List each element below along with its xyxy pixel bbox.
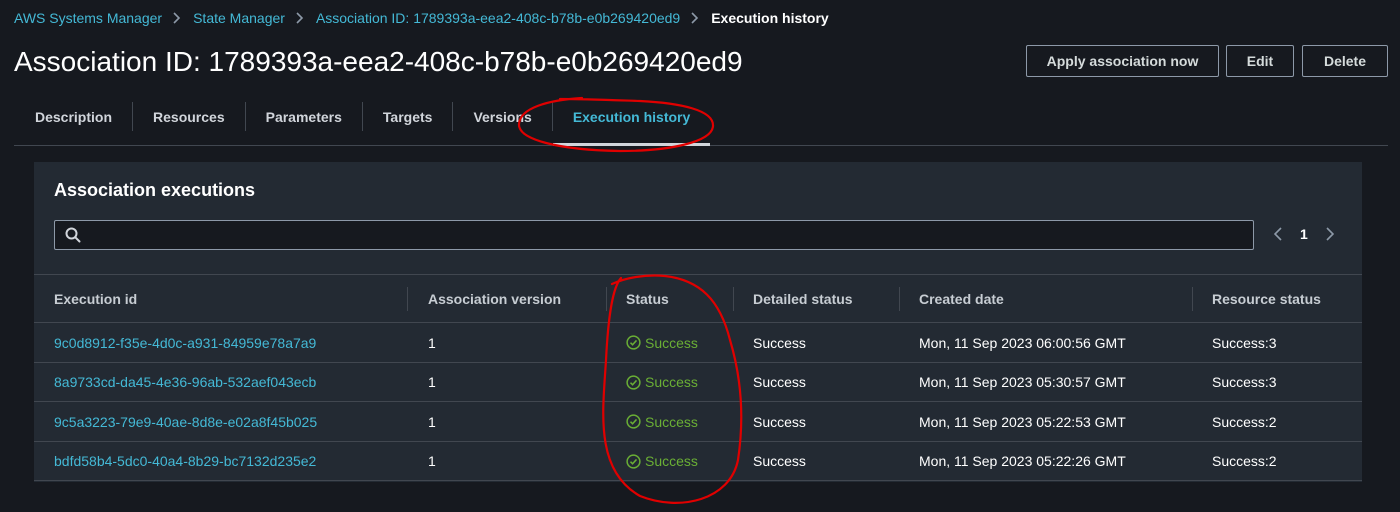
- tab-bar: Description Resources Parameters Targets…: [14, 88, 1388, 146]
- breadcrumb-link-association[interactable]: Association ID: 1789393a-eea2-408c-b78b-…: [316, 10, 680, 26]
- breadcrumb: AWS Systems Manager State Manager Associ…: [14, 9, 829, 27]
- table-row: 9c5a3223-79e9-40ae-8d8e-e02a8f45b025 1 S…: [34, 402, 1362, 442]
- column-header-status[interactable]: Status: [626, 275, 669, 323]
- status-text: Success: [645, 334, 698, 351]
- chevron-right-icon: [691, 12, 699, 24]
- created-date-cell: Mon, 11 Sep 2023 05:22:26 GMT: [919, 453, 1126, 469]
- association-executions-container: Association executions 1 Execution id As…: [34, 162, 1362, 482]
- resource-status-cell: Success:2: [1212, 413, 1277, 430]
- tab-targets[interactable]: Targets: [363, 88, 453, 145]
- tab-parameters[interactable]: Parameters: [246, 88, 362, 145]
- created-date-cell: Mon, 11 Sep 2023 05:30:57 GMT: [919, 374, 1126, 390]
- breadcrumb-link-systems-manager[interactable]: AWS Systems Manager: [14, 10, 162, 26]
- status-cell: Success: [626, 323, 698, 362]
- status-text: Success: [645, 374, 698, 390]
- success-check-icon: [626, 335, 641, 350]
- column-header-detailed-status[interactable]: Detailed status: [753, 275, 853, 323]
- edit-button[interactable]: Edit: [1226, 45, 1294, 77]
- breadcrumb-link-state-manager[interactable]: State Manager: [193, 10, 285, 26]
- detailed-status-cell: Success: [753, 453, 806, 469]
- apply-association-now-button[interactable]: Apply association now: [1026, 45, 1219, 77]
- container-title: Association executions: [54, 180, 256, 200]
- execution-id-link[interactable]: bdfd58b4-5dc0-40a4-8b29-bc7132d235e2: [54, 453, 316, 469]
- tab-description[interactable]: Description: [14, 88, 132, 145]
- table-row: 9c0d8912-f35e-4d0c-a931-84959e78a7a9 1 S…: [34, 323, 1362, 363]
- executions-table: Execution id Association version Status …: [34, 274, 1362, 481]
- success-check-icon: [626, 414, 641, 429]
- previous-page-icon[interactable]: [1270, 222, 1286, 246]
- current-page-number[interactable]: 1: [1300, 226, 1308, 242]
- resource-status-cell: Success:3: [1212, 374, 1277, 390]
- detailed-status-cell: Success: [753, 334, 806, 351]
- detailed-status-cell: Success: [753, 413, 806, 430]
- association-version-cell: 1: [428, 374, 436, 390]
- column-header-association-version[interactable]: Association version: [428, 275, 561, 323]
- pagination: 1: [1270, 222, 1338, 246]
- execution-id-link[interactable]: 9c0d8912-f35e-4d0c-a931-84959e78a7a9: [54, 335, 316, 351]
- column-divider[interactable]: [606, 287, 607, 311]
- search-box[interactable]: [54, 220, 1254, 250]
- column-header-created-date[interactable]: Created date: [919, 275, 1004, 323]
- association-version-cell: 1: [428, 334, 436, 351]
- status-text: Success: [645, 413, 698, 430]
- status-text: Success: [645, 453, 698, 469]
- column-divider[interactable]: [899, 287, 900, 311]
- chevron-right-icon: [296, 12, 304, 24]
- created-date-cell: Mon, 11 Sep 2023 05:22:53 GMT: [919, 413, 1126, 430]
- column-divider[interactable]: [407, 287, 408, 311]
- chevron-right-icon: [173, 12, 181, 24]
- success-check-icon: [626, 374, 641, 390]
- resource-status-cell: Success:2: [1212, 453, 1277, 469]
- status-cell: Success: [626, 363, 698, 402]
- status-cell: Success: [626, 402, 698, 441]
- next-page-icon[interactable]: [1322, 222, 1338, 246]
- resource-status-cell: Success:3: [1212, 334, 1277, 351]
- detailed-status-cell: Success: [753, 374, 806, 390]
- column-header-execution-id[interactable]: Execution id: [54, 275, 137, 323]
- table-row: bdfd58b4-5dc0-40a4-8b29-bc7132d235e2 1 S…: [34, 441, 1362, 481]
- search-input[interactable]: [89, 227, 1253, 243]
- execution-id-link[interactable]: 9c5a3223-79e9-40ae-8d8e-e02a8f45b025: [54, 414, 317, 430]
- status-cell: Success: [626, 442, 698, 481]
- table-row: 8a9733cd-da45-4e36-96ab-532aef043ecb 1 S…: [34, 362, 1362, 402]
- breadcrumb-current: Execution history: [711, 10, 829, 26]
- association-version-cell: 1: [428, 453, 436, 469]
- tab-execution-history[interactable]: Execution history: [552, 88, 711, 146]
- tab-versions[interactable]: Versions: [453, 88, 551, 145]
- column-divider[interactable]: [733, 287, 734, 311]
- tab-resources[interactable]: Resources: [133, 88, 245, 145]
- execution-id-link[interactable]: 8a9733cd-da45-4e36-96ab-532aef043ecb: [54, 374, 316, 390]
- association-version-cell: 1: [428, 413, 436, 430]
- success-check-icon: [626, 453, 641, 469]
- created-date-cell: Mon, 11 Sep 2023 06:00:56 GMT: [919, 334, 1126, 351]
- column-divider[interactable]: [1192, 287, 1193, 311]
- delete-button[interactable]: Delete: [1302, 45, 1388, 77]
- search-icon: [65, 227, 81, 243]
- page-title: Association ID: 1789393a-eea2-408c-b78b-…: [14, 46, 743, 77]
- column-header-resource-status[interactable]: Resource status: [1212, 275, 1321, 323]
- table-header: Execution id Association version Status …: [34, 275, 1362, 323]
